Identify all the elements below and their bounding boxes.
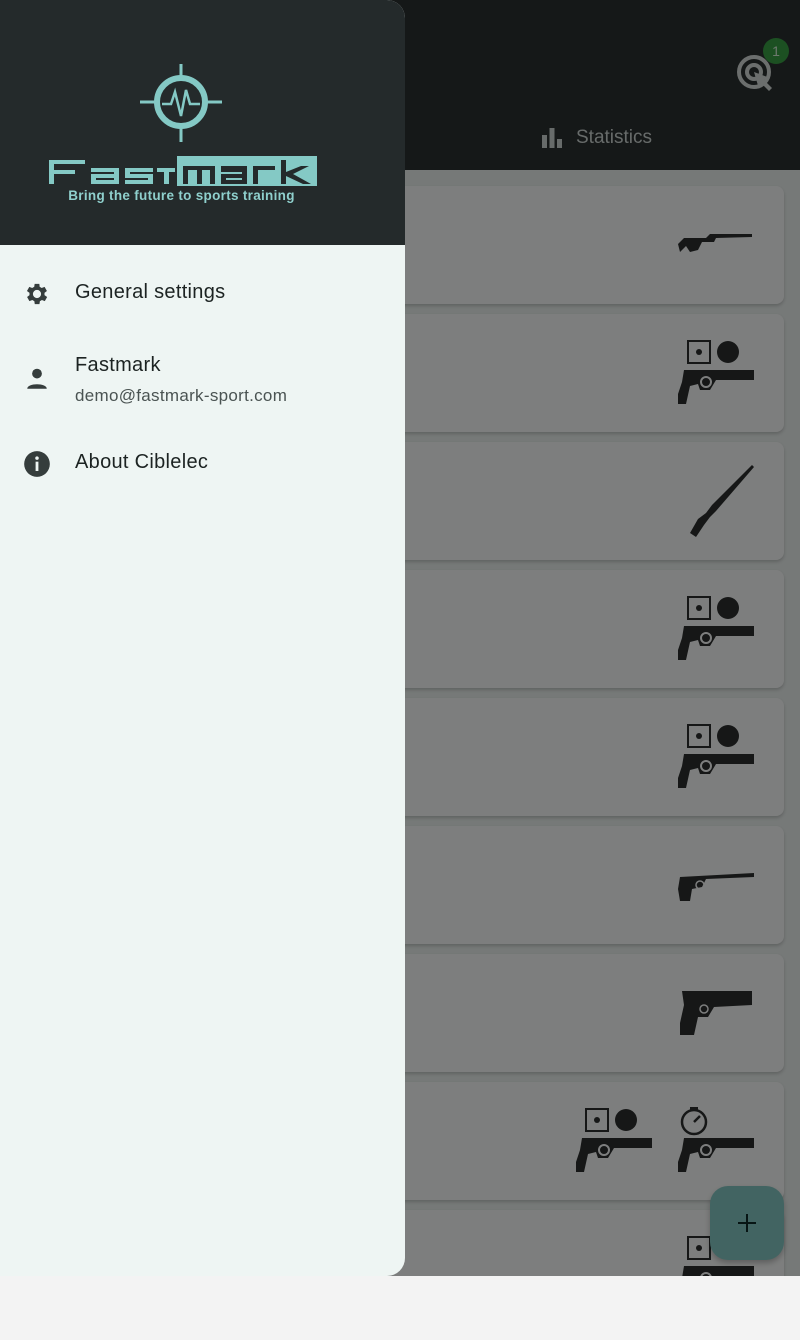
gear-icon: [22, 279, 52, 309]
account-name: Fastmark: [75, 354, 161, 376]
brand-tagline: Bring the future to sports training: [0, 188, 363, 203]
account-email: demo@fastmark-sport.com: [75, 386, 288, 405]
menu-item-general-settings[interactable]: General settings: [0, 266, 405, 322]
info-icon: [22, 449, 52, 479]
navigation-drawer: Bring the future to sports training Gene…: [0, 0, 405, 1276]
menu-item-label: About Ciblelec: [75, 451, 209, 473]
menu-item-about[interactable]: About Ciblelec: [0, 436, 405, 492]
brand-tagline-text: Bring the future to sports training: [68, 188, 295, 203]
app-screen: 1 Statistics: [0, 0, 800, 1276]
crosshair-pulse-icon: [140, 64, 222, 142]
menu-item-account[interactable]: Fastmark demo@fastmark-sport.com: [0, 340, 405, 418]
person-icon: [22, 364, 52, 394]
fastmark-logo: [49, 156, 317, 186]
menu-item-label: General settings: [75, 281, 226, 303]
drawer-header: Bring the future to sports training: [0, 0, 405, 245]
